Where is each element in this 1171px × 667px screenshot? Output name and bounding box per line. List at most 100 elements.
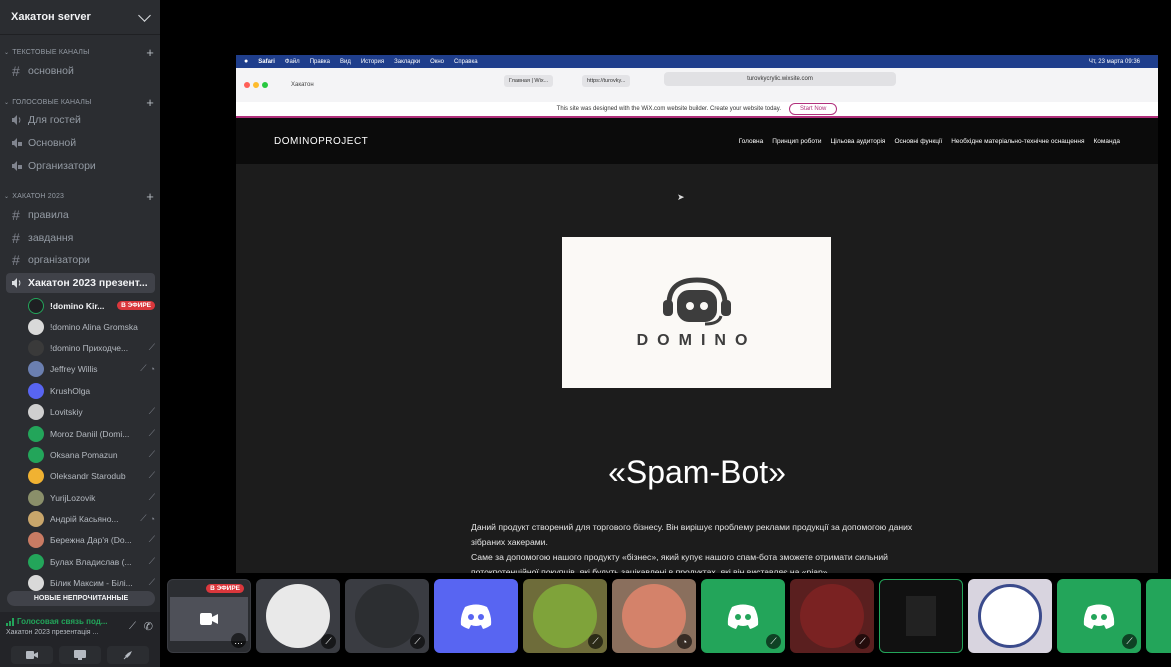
voice-controls	[0, 642, 160, 667]
participant-tile[interactable]: ⟋	[1057, 579, 1141, 653]
user-name: Lovitskiy	[50, 406, 83, 417]
headphones-muted-icon: ◔	[149, 513, 155, 524]
avatar	[28, 574, 44, 591]
menu-item: Справка	[454, 58, 478, 65]
product-title: «Spam-Bot»	[608, 454, 786, 490]
activity-button[interactable]	[107, 645, 149, 664]
minimize-window-icon	[253, 82, 259, 88]
voice-user[interactable]: Булах Владислав (... ⟋	[28, 552, 155, 571]
voice-user[interactable]: Андрій Касьяно... ⟋ ◔	[28, 509, 155, 528]
mic-muted-icon: ⟋	[140, 363, 147, 373]
chevron-down-icon: ⌄	[4, 99, 10, 106]
voice-user[interactable]: KrushOlga	[28, 381, 155, 400]
mic-muted-icon: ⟋	[588, 634, 603, 649]
participant-tile-speaking[interactable]	[879, 579, 963, 653]
site-link: Необхідне матеріально-технічне оснащення	[951, 137, 1085, 145]
live-badge: В ЭФИРЕ	[206, 584, 244, 593]
channel-label: правила	[28, 209, 69, 221]
user-name: KrushOlga	[50, 385, 91, 396]
avatar	[906, 596, 936, 636]
voice-user[interactable]: Бережна Дар'я (Do... ⟋	[28, 530, 155, 549]
channel-voice-guests[interactable]: Для гостей	[6, 110, 155, 130]
participant-tile[interactable]	[968, 579, 1052, 653]
headphones-muted-icon: ◔	[677, 634, 692, 649]
participant-tile[interactable]: ⟋	[701, 579, 785, 653]
noise-suppression-icon[interactable]: ⟋	[129, 621, 136, 632]
server-header[interactable]: Хакатон server	[0, 0, 160, 35]
description-line: Даний продукт створений для торгового бі…	[471, 522, 913, 547]
voice-user[interactable]: Oksana Pomazun ⟋	[28, 445, 155, 464]
wix-notice: This site was designed with the WiX.com …	[556, 106, 781, 112]
mic-muted-icon: ⟋	[148, 577, 155, 587]
user-name: Oleksandr Starodub	[50, 470, 126, 481]
add-channel-icon[interactable]: +	[146, 46, 154, 59]
voice-user[interactable]: Білик Максим - Білі... ⟋	[28, 573, 155, 592]
robot-headset-icon	[662, 276, 731, 325]
site-content: ➤ DOMINO «Spam-Bot» Даний продукт створе…	[236, 164, 1158, 573]
site-nav: DOMINOPROJECT Головна Принцип роботи Ціл…	[236, 118, 1158, 164]
more-icon[interactable]: …	[231, 633, 246, 648]
avatar	[28, 531, 44, 548]
voice-user[interactable]: Oleksandr Starodub ⟋	[28, 466, 155, 485]
screen-share-button[interactable]	[59, 645, 101, 664]
voice-user[interactable]: Jeffrey Willis ⟋ ◔	[28, 359, 155, 378]
mic-muted-icon: ⟋	[148, 342, 155, 352]
category-hackathon[interactable]: ⌄ ХАКАТОН 2023 +	[0, 189, 160, 203]
voice-user[interactable]: YurijLozovik ⟋	[28, 488, 155, 507]
participant-tile[interactable]: ⟋	[345, 579, 429, 653]
category-voice[interactable]: ⌄ ГОЛОСОВЫЕ КАНАЛЫ +	[0, 95, 160, 109]
discord-window: Хакатон server ⌄ ТЕКСТОВЫЕ КАНАЛЫ + # ос…	[0, 0, 1171, 667]
add-channel-icon[interactable]: +	[146, 190, 154, 203]
menu-item: Окно	[430, 58, 445, 65]
mic-muted-icon: ⟋	[766, 634, 781, 649]
channel-rules[interactable]: # правила	[6, 205, 155, 225]
add-channel-icon[interactable]: +	[146, 96, 154, 109]
screen-share-icon	[74, 649, 86, 660]
mic-muted-icon: ⟋	[148, 534, 155, 544]
voice-user[interactable]: !domino Kir... В ЭФИРЕ	[28, 296, 155, 315]
menu-item: Safari	[258, 58, 275, 65]
menu-item: Вид	[339, 58, 351, 65]
voice-user[interactable]: Moroz Daniil (Domi... ⟋	[28, 424, 155, 443]
category-text[interactable]: ⌄ ТЕКСТОВЫЕ КАНАЛЫ +	[0, 45, 160, 59]
close-window-icon	[244, 82, 250, 88]
channel-label: Для гостей	[28, 114, 81, 126]
category-label: ГОЛОСОВЫЕ КАНАЛЫ	[12, 98, 92, 106]
channel-tasks[interactable]: # завдання	[6, 228, 155, 248]
rocket-icon	[123, 650, 132, 659]
voice-user[interactable]: Lovitskiy ⟋	[28, 402, 155, 421]
disconnect-icon[interactable]: ✆	[144, 620, 153, 633]
speaker-lock-icon	[12, 161, 28, 171]
participant-tile[interactable]: ⟋	[523, 579, 607, 653]
chevron-down-icon: ⌄	[4, 193, 10, 200]
participant-tile[interactable]	[1146, 579, 1171, 653]
avatar	[28, 553, 44, 570]
camera-button[interactable]	[11, 645, 53, 664]
channel-organizers[interactable]: # організатори	[6, 250, 155, 270]
participant-tile[interactable]: ⟋	[790, 579, 874, 653]
screen-share-stream[interactable]: ● Safari Файл Правка Вид История Закладк…	[236, 55, 1158, 573]
user-name: Oksana Pomazun	[50, 449, 118, 460]
voice-user[interactable]: !domino Приходче... ⟋	[28, 338, 155, 357]
participant-tile[interactable]	[434, 579, 518, 653]
participant-tile[interactable]: ⟋	[256, 579, 340, 653]
discord-logo-icon	[727, 604, 759, 629]
channel-label: Организатори	[28, 160, 96, 172]
speaker-lock-icon	[12, 138, 28, 148]
channel-stage-active[interactable]: Хакатон 2023 презент...	[6, 273, 155, 293]
participant-tile[interactable]: ◔	[612, 579, 696, 653]
participant-tile-self[interactable]: В ЭФИРЕ …	[167, 579, 251, 653]
hash-icon: #	[12, 63, 20, 79]
new-unread-button[interactable]: НОВЫЕ НЕПРОЧИТАННЫЕ	[7, 591, 155, 606]
channel-voice-main[interactable]: Основной	[6, 133, 155, 153]
site-link: Головна	[738, 137, 764, 145]
user-name: !domino Alina Gromska	[50, 321, 138, 332]
mic-muted-icon: ⟋	[1122, 634, 1137, 649]
category-label: ТЕКСТОВЫЕ КАНАЛЫ	[12, 48, 90, 56]
camera-icon	[200, 613, 218, 625]
channel-text-main[interactable]: # основной	[6, 61, 155, 81]
chevron-down-icon: ⌄	[4, 49, 10, 56]
avatar	[28, 446, 44, 463]
channel-voice-orgs[interactable]: Организатори	[6, 156, 155, 176]
voice-user[interactable]: !domino Alina Gromska	[28, 317, 155, 336]
